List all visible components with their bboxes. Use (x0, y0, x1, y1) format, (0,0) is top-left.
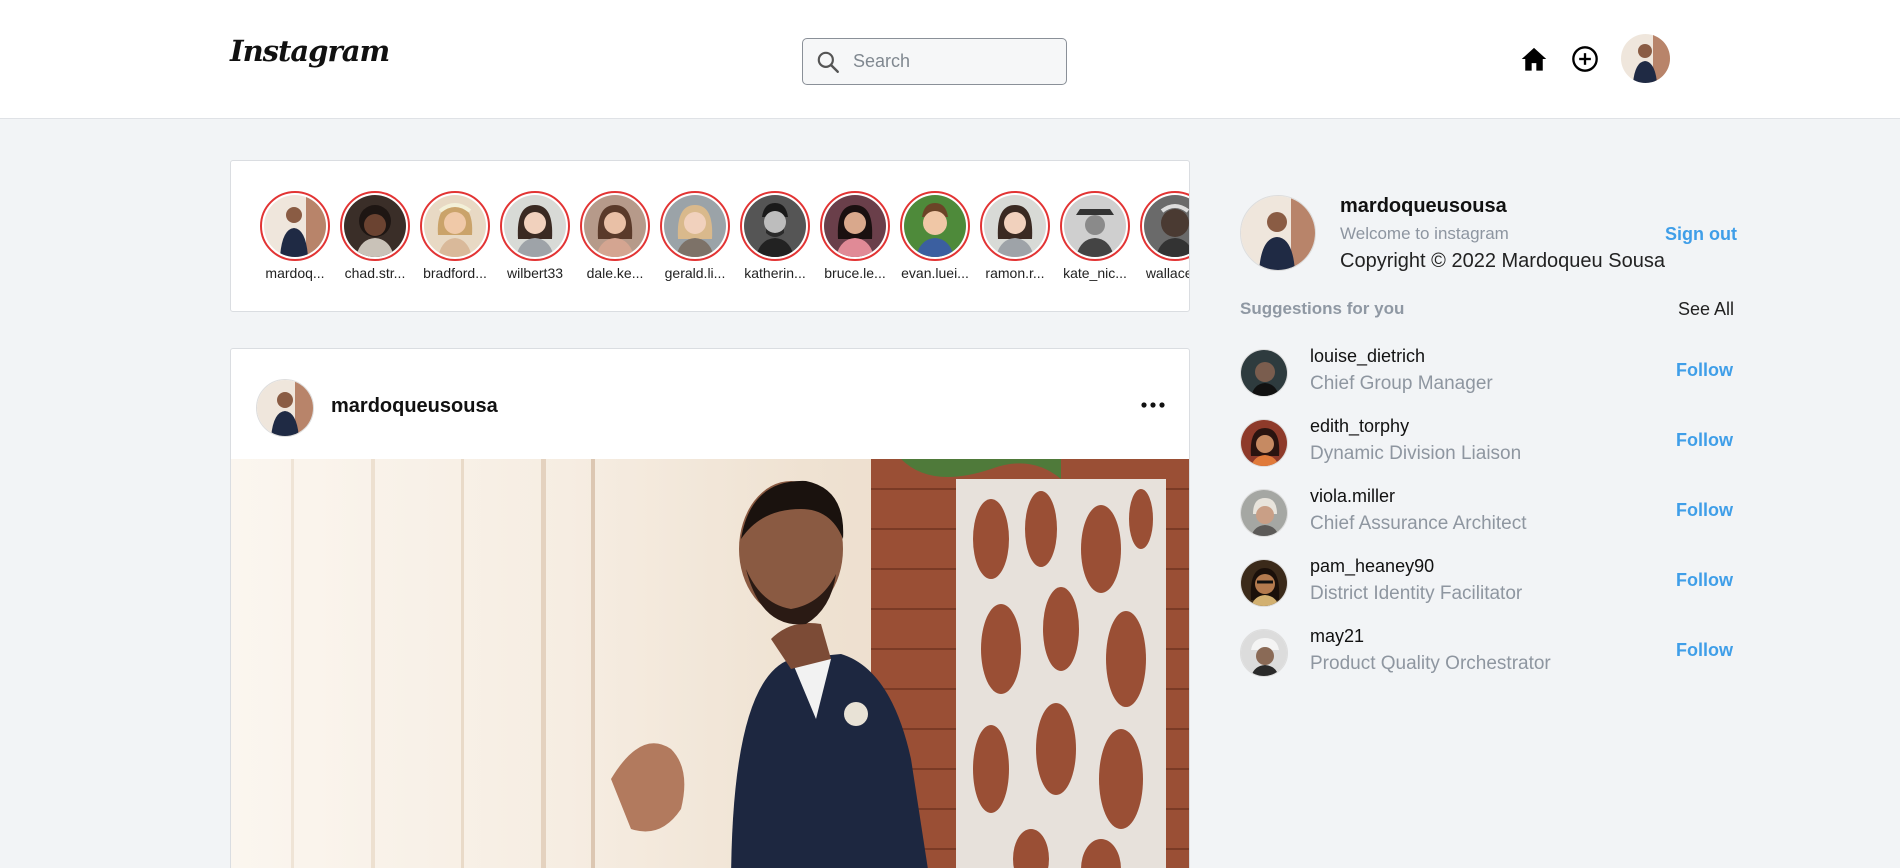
story-username: ramon.r... (985, 265, 1045, 281)
story-item[interactable]: wallace... (1139, 191, 1189, 281)
story-avatar (264, 195, 326, 257)
story-username: gerald.li... (664, 265, 726, 281)
home-icon[interactable] (1520, 45, 1548, 73)
suggestion-role: Dynamic Division Liaison (1310, 443, 1522, 464)
stories-bar: mardoq... chad.str... bradford... wilber… (230, 160, 1190, 312)
story-username: bradford... (423, 265, 487, 281)
story-item[interactable]: bradford... (419, 191, 491, 281)
instagram-logo[interactable]: Instagram (230, 34, 390, 68)
story-avatar (984, 195, 1046, 257)
story-item[interactable]: ramon.r... (979, 191, 1051, 281)
story-item[interactable]: gerald.li... (659, 191, 731, 281)
welcome-text: Welcome to instagram (1340, 224, 1509, 243)
suggestion-item: louise_dietrich Chief Group Manager Foll… (1240, 346, 1733, 406)
suggestion-avatar[interactable] (1240, 489, 1288, 537)
suggestion-username[interactable]: pam_heaney90 (1310, 556, 1434, 577)
follow-button[interactable]: Follow (1676, 570, 1733, 591)
story-username: evan.luei... (901, 265, 969, 281)
story-item[interactable]: kate_nic... (1059, 191, 1131, 281)
follow-button[interactable]: Follow (1676, 430, 1733, 451)
story-item[interactable]: bruce.le... (819, 191, 891, 281)
suggestion-username[interactable]: viola.miller (1310, 486, 1395, 507)
follow-button[interactable]: Follow (1676, 500, 1733, 521)
story-avatar (344, 195, 406, 257)
suggestion-item: viola.miller Chief Assurance Architect F… (1240, 486, 1733, 546)
search-icon (817, 51, 839, 73)
story-item[interactable]: evan.luei... (899, 191, 971, 281)
story-item[interactable]: wilbert33 (499, 191, 571, 281)
post-card: mardoqueusousa (230, 348, 1190, 868)
add-post-icon[interactable] (1571, 45, 1599, 73)
suggestion-avatar[interactable] (1240, 559, 1288, 607)
search-input[interactable] (853, 51, 1053, 72)
story-avatar (1064, 195, 1126, 257)
suggestions-title: Suggestions for you (1240, 299, 1405, 318)
current-user-avatar[interactable] (1240, 195, 1316, 271)
story-username: kate_nic... (1063, 265, 1127, 281)
story-item[interactable]: katherin... (739, 191, 811, 281)
suggestion-avatar[interactable] (1240, 629, 1288, 677)
story-item[interactable]: mardoq... (259, 191, 331, 281)
story-avatar (584, 195, 646, 257)
suggestion-role: District Identity Facilitator (1310, 583, 1523, 604)
post-author-username[interactable]: mardoqueusousa (331, 395, 498, 418)
story-username: katherin... (744, 265, 806, 281)
top-navigation-bar: Instagram (0, 0, 1900, 119)
sign-out-button[interactable]: Sign out (1665, 224, 1737, 245)
story-username: wilbert33 (506, 265, 564, 281)
suggestion-item: may21 Product Quality Orchestrator Follo… (1240, 626, 1733, 686)
story-avatar (424, 195, 486, 257)
post-image[interactable] (231, 459, 1189, 868)
follow-button[interactable]: Follow (1676, 360, 1733, 381)
search-box[interactable] (802, 38, 1067, 85)
suggestion-username[interactable]: louise_dietrich (1310, 346, 1425, 367)
story-avatar (504, 195, 566, 257)
suggestion-role: Product Quality Orchestrator (1310, 653, 1551, 674)
suggestion-role: Chief Group Manager (1310, 373, 1493, 394)
more-options-icon[interactable] (1137, 393, 1169, 417)
suggestion-item: pam_heaney90 District Identity Facilitat… (1240, 556, 1733, 616)
story-username: mardoq... (265, 265, 325, 281)
copyright-text: Copyright © 2022 Mardoqueu Sousa (1340, 250, 1665, 272)
story-avatar (744, 195, 806, 257)
story-item[interactable]: chad.str... (339, 191, 411, 281)
profile-avatar[interactable] (1621, 34, 1670, 83)
story-username: bruce.le... (824, 265, 886, 281)
suggestion-avatar[interactable] (1240, 349, 1288, 397)
follow-button[interactable]: Follow (1676, 640, 1733, 661)
story-username: dale.ke... (586, 265, 644, 281)
suggestion-avatar[interactable] (1240, 419, 1288, 467)
suggestion-item: edith_torphy Dynamic Division Liaison Fo… (1240, 416, 1733, 476)
suggestion-role: Chief Assurance Architect (1310, 513, 1527, 534)
current-user-username[interactable]: mardoqueusousa (1340, 195, 1507, 218)
story-avatar (904, 195, 966, 257)
story-username: chad.str... (344, 265, 406, 281)
post-author-avatar[interactable] (256, 379, 314, 437)
suggestion-username[interactable]: may21 (1310, 626, 1364, 647)
story-avatar (824, 195, 886, 257)
story-username: wallace... (1145, 265, 1189, 281)
story-item[interactable]: dale.ke... (579, 191, 651, 281)
see-all-link[interactable]: See All (1678, 299, 1734, 320)
suggestion-username[interactable]: edith_torphy (1310, 416, 1409, 437)
story-avatar (664, 195, 726, 257)
story-avatar (1144, 195, 1189, 257)
